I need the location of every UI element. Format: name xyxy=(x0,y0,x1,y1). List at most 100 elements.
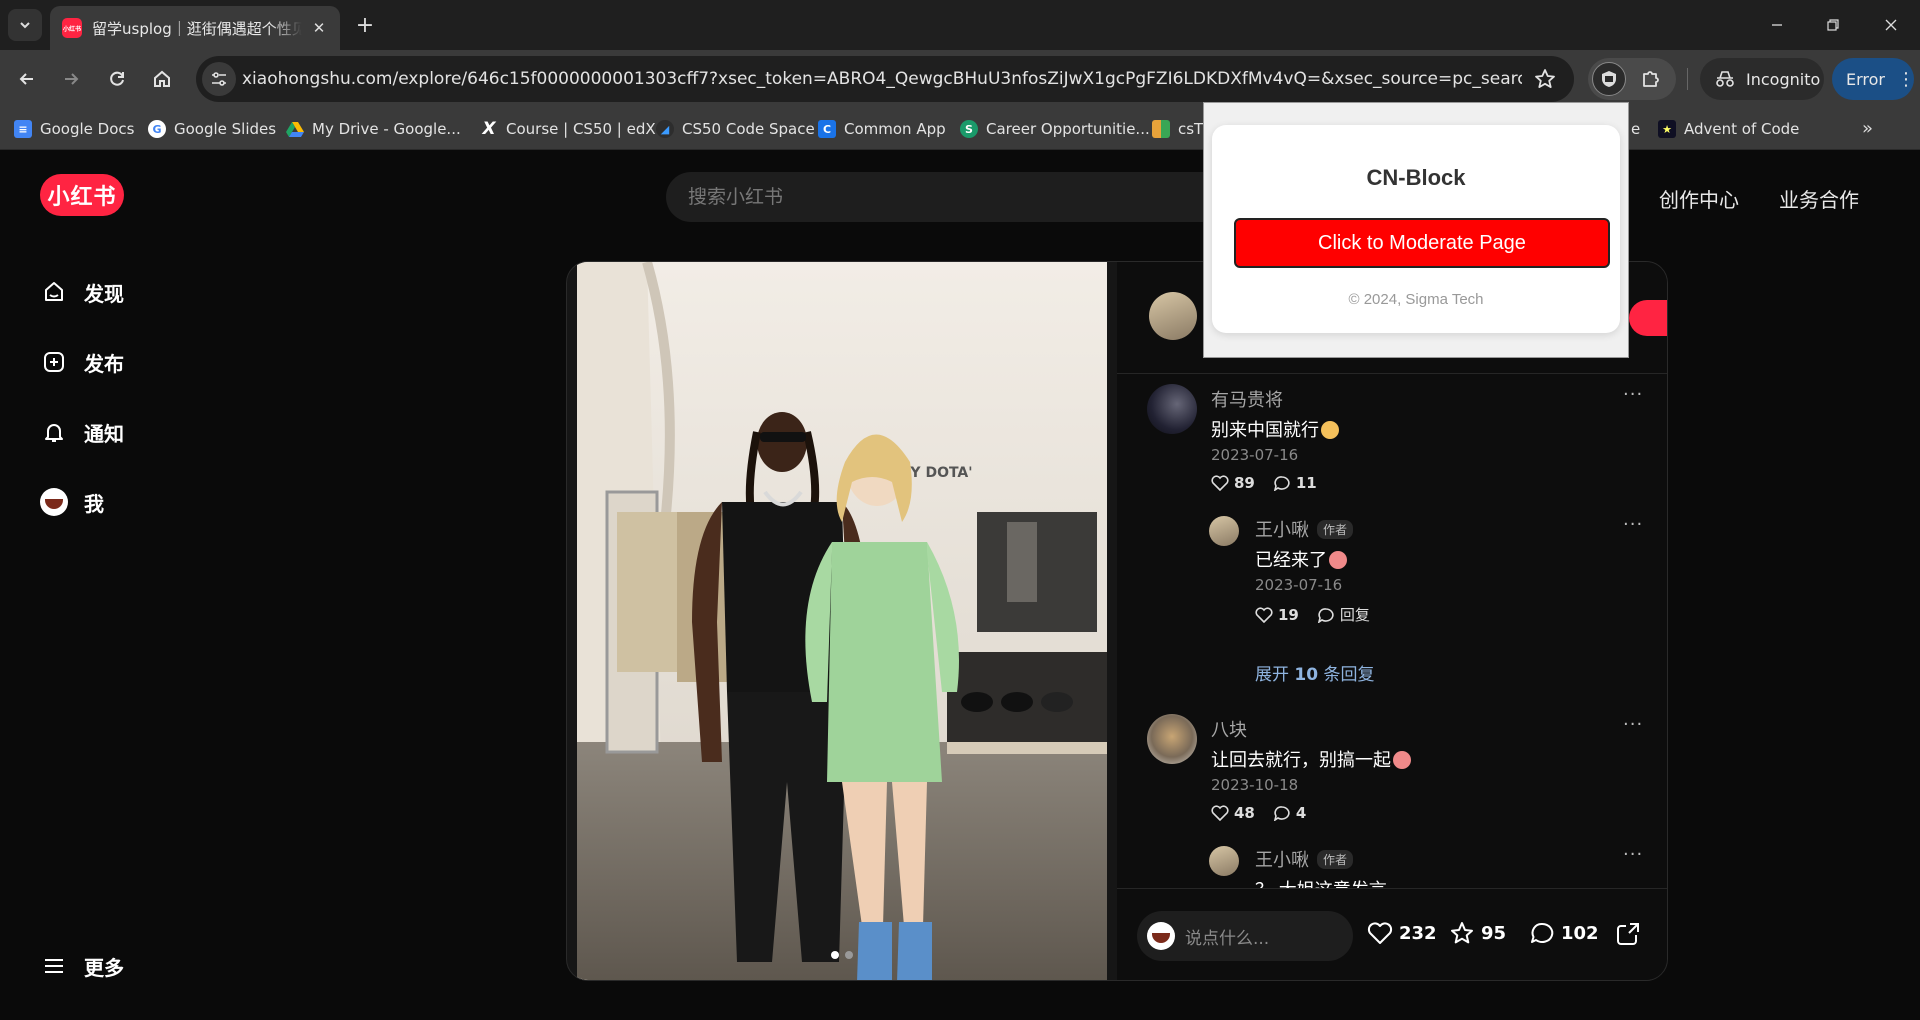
like-button[interactable]: 48 xyxy=(1211,804,1255,822)
comment-input[interactable]: 说点什么... xyxy=(1137,911,1353,961)
bookmark-cs50-edx[interactable]: X Course | CS50 | edX xyxy=(480,108,656,150)
like-count: 232 xyxy=(1399,922,1437,944)
more-options-icon[interactable]: ··· xyxy=(1623,514,1643,535)
reply-button[interactable]: 4 xyxy=(1273,804,1306,822)
replier-avatar[interactable] xyxy=(1209,846,1239,876)
sidebar-item-label: 更多 xyxy=(84,955,124,980)
like-note-button[interactable]: 232 xyxy=(1367,921,1437,945)
address-bar[interactable]: xiaohongshu.com/explore/646c15f000000000… xyxy=(196,56,1574,102)
expand-prefix: 展开 xyxy=(1255,665,1289,685)
sidebar-item-notifications[interactable]: 通知 xyxy=(40,412,124,452)
bookmark-advent-of-code[interactable]: ★ Advent of Code xyxy=(1658,108,1799,150)
reply-date: 2023-07-16 xyxy=(1255,576,1343,594)
more-options-icon[interactable]: ··· xyxy=(1623,714,1643,735)
bookmark-label: Common App xyxy=(844,120,946,138)
xiaohongshu-logo[interactable]: 小红书 xyxy=(40,174,124,216)
reply-button[interactable]: 回复 xyxy=(1317,604,1370,625)
sidebar-item-more[interactable]: 更多 xyxy=(40,946,124,986)
url-text[interactable]: xiaohongshu.com/explore/646c15f000000000… xyxy=(242,56,1522,102)
bookmark-label: csT xyxy=(1178,120,1204,138)
reply-text-content: 已经来了 xyxy=(1255,550,1327,571)
reply-button[interactable]: 11 xyxy=(1273,474,1317,492)
like-button[interactable]: 19 xyxy=(1255,606,1299,624)
new-tab-button[interactable]: + xyxy=(352,12,378,38)
incognito-indicator[interactable]: Incognito xyxy=(1700,58,1824,100)
star-icon xyxy=(1451,922,1473,944)
sidebar-item-discover[interactable]: 发现 xyxy=(40,272,124,312)
sidebar-item-label: 发现 xyxy=(84,281,124,306)
bookmark-cs50-code-space[interactable]: ◢ CS50 Code Space xyxy=(656,108,815,150)
back-button[interactable] xyxy=(12,64,42,94)
restore-button[interactable] xyxy=(1818,12,1848,38)
bookmark-label: Course | CS50 | edX xyxy=(506,120,656,138)
reload-button[interactable] xyxy=(102,64,132,94)
home-icon xyxy=(40,278,68,306)
arrow-right-icon xyxy=(65,73,79,85)
minimize-button[interactable] xyxy=(1762,12,1792,38)
follow-button[interactable] xyxy=(1629,300,1667,336)
profile-error-button[interactable]: Error ⋮ xyxy=(1832,58,1915,100)
bookmark-star-icon[interactable] xyxy=(1534,68,1556,90)
business-link[interactable]: 业务合作 xyxy=(1779,184,1859,213)
commenter-avatar[interactable] xyxy=(1147,384,1197,434)
extensions-button[interactable] xyxy=(1636,64,1666,94)
bookmark-common-app[interactable]: C Common App xyxy=(818,108,946,150)
chevrons-right-icon[interactable]: » xyxy=(1862,118,1886,140)
reply-count: 4 xyxy=(1295,804,1307,822)
replier-name[interactable]: 王小啾 作者 xyxy=(1255,516,1354,542)
comment-note-button[interactable]: 102 xyxy=(1529,921,1599,945)
close-tab-icon[interactable]: ✕ xyxy=(310,19,328,37)
bell-icon xyxy=(40,418,68,446)
sidebar-item-me[interactable]: 我 xyxy=(40,482,104,522)
replier-name-text: 王小啾 xyxy=(1255,520,1309,541)
bookmark-my-drive[interactable]: My Drive - Google... xyxy=(286,108,461,150)
bookmark-google-slides[interactable]: G Google Slides xyxy=(148,108,276,150)
edx-x-icon: X xyxy=(482,119,496,139)
google-icon: G xyxy=(148,120,166,138)
commenter-name[interactable]: 有马贵将 xyxy=(1211,386,1283,412)
shield-icon xyxy=(1602,71,1616,87)
note-photo[interactable]: NNY DOTA' xyxy=(577,262,1107,980)
more-options-icon[interactable]: ··· xyxy=(1623,384,1643,405)
comment-date: 2023-10-18 xyxy=(1211,776,1299,794)
emoji-icon xyxy=(1321,421,1339,439)
bookmark-label: Google Slides xyxy=(174,120,277,138)
sidebar-item-label: 发布 xyxy=(84,351,124,376)
like-count: 19 xyxy=(1278,605,1299,624)
replier-avatar[interactable] xyxy=(1209,516,1239,546)
close-window-button[interactable] xyxy=(1876,12,1906,38)
replier-name[interactable]: 王小啾 作者 xyxy=(1255,846,1354,872)
more-options-icon[interactable]: ··· xyxy=(1623,844,1643,865)
browser-toolbar: xiaohongshu.com/explore/646c15f000000000… xyxy=(0,50,1920,108)
moderate-page-button[interactable]: Click to Moderate Page xyxy=(1234,218,1610,268)
comment-text-content: 别来中国就行 xyxy=(1211,420,1319,441)
search-input[interactable]: 搜索小红书 xyxy=(666,172,1266,222)
collect-note-button[interactable]: 95 xyxy=(1449,921,1506,945)
cst-icon xyxy=(1152,120,1170,138)
share-icon xyxy=(1617,923,1639,945)
share-button[interactable] xyxy=(1615,921,1647,947)
like-button[interactable]: 89 xyxy=(1211,474,1255,492)
active-tab[interactable]: 小红书 留学usplog｜逛街偶遇超个性见 ✕ xyxy=(50,6,340,50)
kebab-menu-icon[interactable]: ⋮ xyxy=(1897,69,1915,90)
bookmark-career-opportunities[interactable]: S Career Opportunitie... xyxy=(960,108,1150,150)
bookmark-truncated[interactable]: e xyxy=(1631,108,1640,150)
xiaohongshu-favicon: 小红书 xyxy=(62,18,82,38)
forward-button[interactable] xyxy=(56,64,86,94)
commenter-name[interactable]: 八块 xyxy=(1211,716,1247,742)
comment-date: 2023-07-16 xyxy=(1211,446,1299,464)
expand-count: 10 xyxy=(1294,665,1319,685)
bookmark-cst[interactable]: csT xyxy=(1152,108,1203,150)
author-avatar[interactable] xyxy=(1149,292,1197,340)
tab-search-button[interactable] xyxy=(8,9,42,41)
menu-icon xyxy=(40,952,68,980)
expand-replies-link[interactable]: 展开 10 条回复 xyxy=(1255,660,1374,685)
site-info-button[interactable] xyxy=(202,62,236,96)
home-button[interactable] xyxy=(147,64,177,94)
creator-center-link[interactable]: 创作中心 xyxy=(1659,184,1739,213)
bookmark-google-docs[interactable]: ≡ Google Docs xyxy=(14,108,134,150)
cn-block-extension-button[interactable] xyxy=(1592,62,1626,96)
commenter-avatar[interactable] xyxy=(1147,714,1197,764)
tab-strip: 小红书 留学usplog｜逛街偶遇超个性见 ✕ + xyxy=(0,0,1920,50)
sidebar-item-publish[interactable]: 发布 xyxy=(40,342,124,382)
